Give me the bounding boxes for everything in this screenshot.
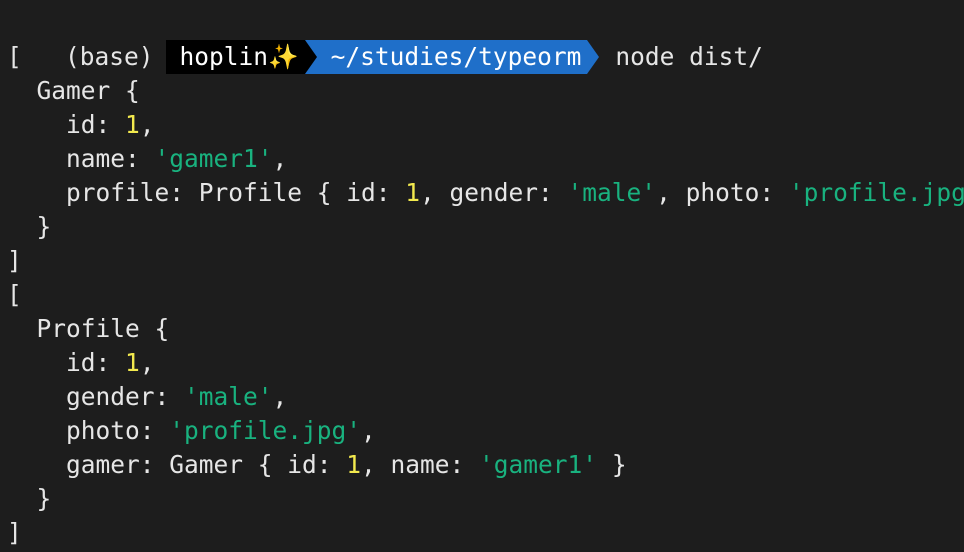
output-line: ] [7,244,22,278]
output-line: [ [7,278,22,312]
output-text: [ [7,280,22,309]
output-text: id: [7,110,126,139]
output-line: } [7,482,52,516]
number-literal: 1 [405,178,421,207]
output-text: , photo: [656,178,789,207]
string-literal: 'gamer1' [479,450,598,479]
output-text: , [272,144,288,173]
output-line: id: 1, [7,346,155,380]
output-text: photo: [7,416,170,445]
output-line: name: 'gamer1', [7,142,287,176]
sparkle-icon: ✨ [268,42,299,71]
output-text: gamer: Gamer { id: [7,450,347,479]
output-text: profile: Profile { id: [7,178,406,207]
output-line: id: 1, [7,108,155,142]
output-text: [ [7,42,22,71]
output-text: , [272,382,288,411]
output-text: } [7,484,52,513]
output-text: , [361,416,376,445]
output-text: ] [7,246,22,275]
string-literal: 'profile.jpg' [169,416,362,445]
output-text: } [7,212,52,241]
string-literal: 'male' [184,382,273,411]
output-line: ] [7,516,22,550]
output-text: , name: [361,450,480,479]
output-line: photo: 'profile.jpg', [7,414,376,448]
output-text: ] [7,518,22,547]
number-literal: 1 [125,348,140,377]
terminal-window[interactable]: (base) hoplin✨ ~/studies/typeorm node dist/… [0,0,964,552]
string-literal: 'profile.jpg' [788,178,964,207]
output-line: profile: Profile { id: 1, gender: 'male'… [7,176,964,210]
output-text: } [597,450,627,479]
number-literal: 1 [346,450,362,479]
powerline-separator-icon [304,40,317,74]
output-line: Gamer { [7,74,140,108]
output-text: , gender: [420,178,568,207]
output-text: Gamer { [7,76,140,105]
prompt-user-segment: hoplin✨ [165,40,305,74]
powerline-separator-icon [587,40,600,74]
output-line: [ [7,40,22,74]
number-literal: 1 [125,110,140,139]
shell-prompt: (base) hoplin✨ ~/studies/typeorm node dist/ [6,6,763,74]
output-line: gamer: Gamer { id: 1, name: 'gamer1' } [7,448,627,482]
output-line: gender: 'male', [7,380,287,414]
typed-command: node dist/ [615,42,763,71]
output-text: , [139,348,155,377]
output-text: id: [7,348,126,377]
output-line: Profile { [7,312,170,346]
prompt-username: hoplin [179,42,269,71]
output-text: name: [7,144,155,173]
conda-env-label: (base) [65,42,154,71]
output-line: } [7,210,52,244]
string-literal: 'male' [567,178,657,207]
string-literal: 'gamer1' [154,144,273,173]
output-text: , [139,110,155,139]
output-text: gender: [7,382,185,411]
prompt-directory: ~/studies/typeorm [316,40,588,74]
output-text: Profile { [7,314,170,343]
